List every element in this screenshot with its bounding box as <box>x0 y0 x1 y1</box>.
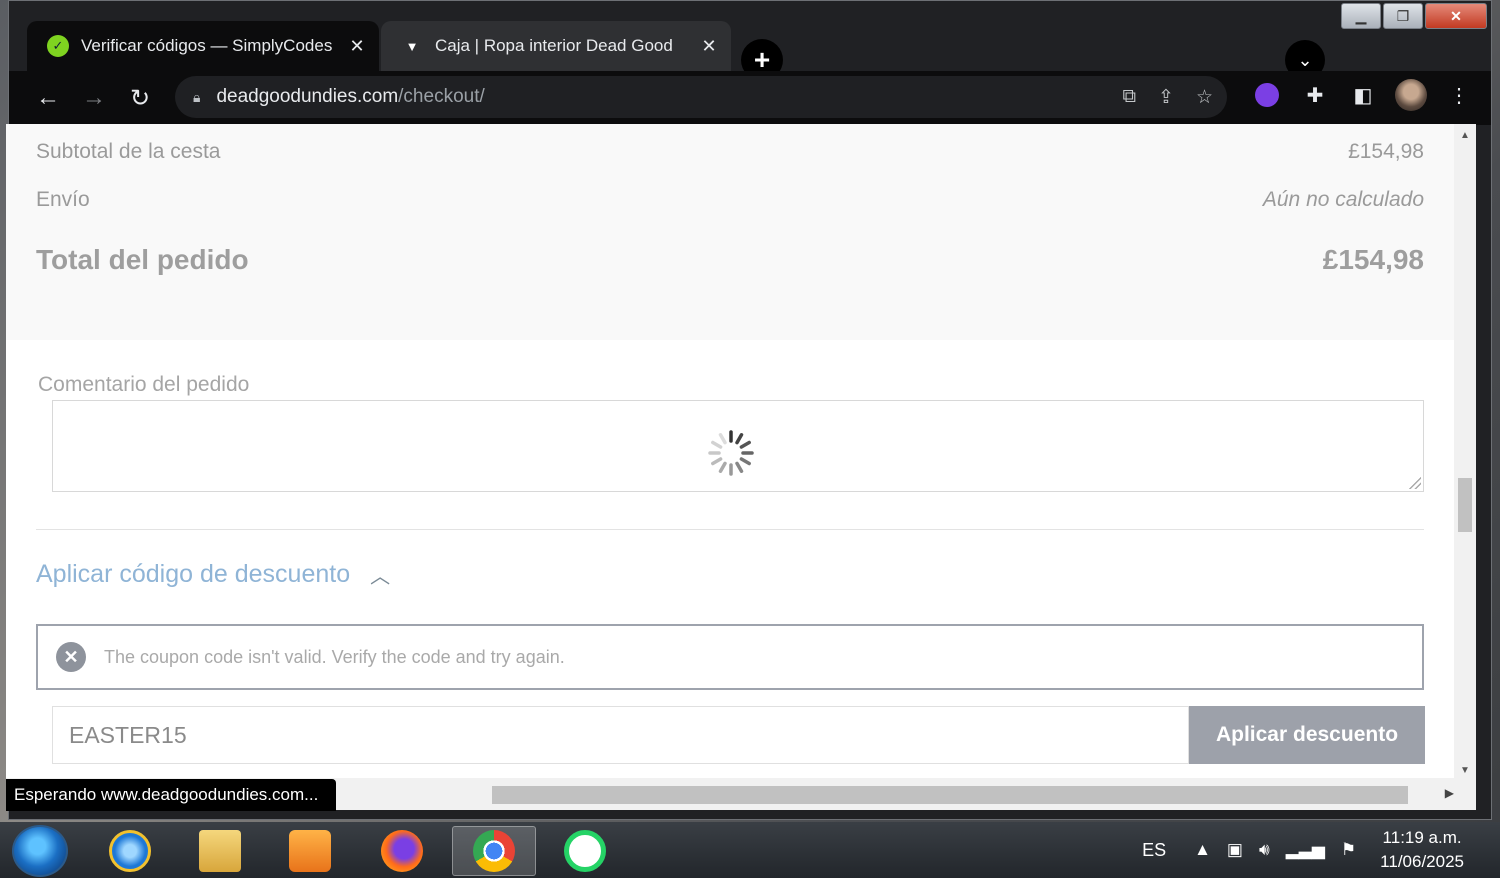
apply-discount-button[interactable]: Aplicar descuento <box>1189 706 1425 764</box>
subtotal-value: £154,98 <box>1348 140 1424 163</box>
language-indicator[interactable]: ES <box>1142 840 1166 861</box>
share-icon[interactable]: ⇪ <box>1158 86 1174 109</box>
status-bar: Esperando www.deadgoodundies.com... <box>6 779 337 811</box>
horizontal-scroll-thumb[interactable] <box>492 786 1408 804</box>
chevron-up-icon: ︿ <box>370 566 391 588</box>
scroll-right-arrow-icon[interactable]: ▶ <box>1445 786 1454 800</box>
clock-date: 11/06/2025 <box>1380 852 1464 871</box>
show-hidden-icons-icon[interactable]: ▲ <box>1194 840 1211 860</box>
coupon-error-alert: ✕ The coupon code isn't valid. Verify th… <box>36 624 1424 690</box>
windows-taskbar: ES ▲ ▣ 🔊︎ ▂▃▅ ⚑ 11:19 a.m. 11/06/2025 <box>0 822 1500 878</box>
coupon-code-input[interactable] <box>52 706 1189 764</box>
simplycodes-icon: ✓ <box>47 35 69 57</box>
total-value: £154,98 <box>1322 244 1424 275</box>
coupon-error-message: The coupon code isn't valid. Verify the … <box>104 646 565 667</box>
section-divider <box>36 529 1424 530</box>
profile-avatar[interactable] <box>1395 79 1427 111</box>
close-tab-icon[interactable]: ✕ <box>347 36 367 57</box>
extension-simplycodes-icon[interactable] <box>1251 79 1283 111</box>
forward-button[interactable]: → <box>71 78 117 118</box>
system-tray: ES ▲ ▣ 🔊︎ ▂▃▅ ⚑ 11:19 a.m. 11/06/2025 <box>1142 822 1500 878</box>
deadgood-icon: ▼ <box>405 38 419 54</box>
firefox-icon[interactable] <box>360 826 444 876</box>
address-bar[interactable]: 🔒︎ deadgoodundies.com/checkout/ ⧉ ⇪ ☆ <box>175 76 1227 118</box>
scroll-down-arrow-icon[interactable]: ▼ <box>1454 765 1476 776</box>
menu-kebab-icon[interactable]: ⋮ <box>1443 79 1475 111</box>
chrome-icon[interactable] <box>452 826 536 876</box>
shipping-label: Envío <box>36 188 90 211</box>
internet-explorer-icon[interactable] <box>88 826 172 876</box>
start-button[interactable] <box>12 825 68 877</box>
url-path: /checkout/ <box>398 86 485 107</box>
discount-toggle-label: Aplicar código de descuento <box>36 560 351 588</box>
reload-button[interactable]: ↻ <box>117 78 163 118</box>
total-label: Total del pedido <box>36 244 249 275</box>
volume-icon[interactable]: 🔊︎ <box>1259 840 1270 860</box>
browser-toolbar: ← → ↻ 🔒︎ deadgoodundies.com/checkout/ ⧉ … <box>9 71 1491 125</box>
tab-deadgood[interactable]: ▼ Caja | Ropa interior Dead Good ✕ <box>381 21 731 71</box>
lock-icon: 🔒︎ <box>193 88 201 105</box>
vertical-scrollbar[interactable]: ▲ ▼ <box>1454 124 1476 778</box>
error-x-icon: ✕ <box>56 642 86 672</box>
resize-handle-icon[interactable] <box>1409 477 1421 489</box>
power-icon[interactable]: ▣ <box>1227 840 1243 860</box>
clock[interactable]: 11:19 a.m. 11/06/2025 <box>1380 826 1464 874</box>
tab-title: Caja | Ropa interior Dead Good <box>435 36 673 55</box>
url-host: deadgoodundies.com <box>216 86 399 107</box>
action-center-flag-icon[interactable]: ⚑ <box>1341 840 1356 860</box>
translate-icon[interactable]: ⧉ <box>1122 86 1136 108</box>
tab-strip: ✓ Verificar códigos — SimplyCodes ✕ ▼ Ca… <box>9 17 1491 81</box>
media-player-icon[interactable] <box>268 826 352 876</box>
back-button[interactable]: ← <box>25 78 71 118</box>
extensions-puzzle-icon[interactable]: ✚ <box>1299 79 1331 111</box>
whatsapp-icon[interactable] <box>543 826 627 876</box>
order-comment-label: Comentario del pedido <box>38 373 250 396</box>
file-explorer-icon[interactable] <box>178 826 262 876</box>
subtotal-label: Subtotal de la cesta <box>36 140 221 163</box>
order-summary: Subtotal de la cesta £154,98 Envío Aún n… <box>6 124 1454 340</box>
tab-simplycodes[interactable]: ✓ Verificar códigos — SimplyCodes ✕ <box>27 21 379 71</box>
side-panel-icon[interactable]: ◧ <box>1347 79 1379 111</box>
clock-time: 11:19 a.m. <box>1382 828 1462 847</box>
close-tab-icon[interactable]: ✕ <box>699 36 719 57</box>
shipping-value: Aún no calculado <box>1262 188 1424 211</box>
tab-title: Verificar códigos — SimplyCodes <box>81 36 333 55</box>
discount-code-toggle[interactable]: Aplicar código de descuento ︿ <box>36 560 390 589</box>
loading-spinner-icon <box>708 430 754 476</box>
network-signal-icon[interactable]: ▂▃▅ <box>1286 840 1325 860</box>
vertical-scroll-thumb[interactable] <box>1458 478 1472 532</box>
page-content: Subtotal de la cesta £154,98 Envío Aún n… <box>6 124 1454 778</box>
bookmark-star-icon[interactable]: ☆ <box>1196 86 1213 109</box>
scroll-up-arrow-icon[interactable]: ▲ <box>1454 130 1476 141</box>
